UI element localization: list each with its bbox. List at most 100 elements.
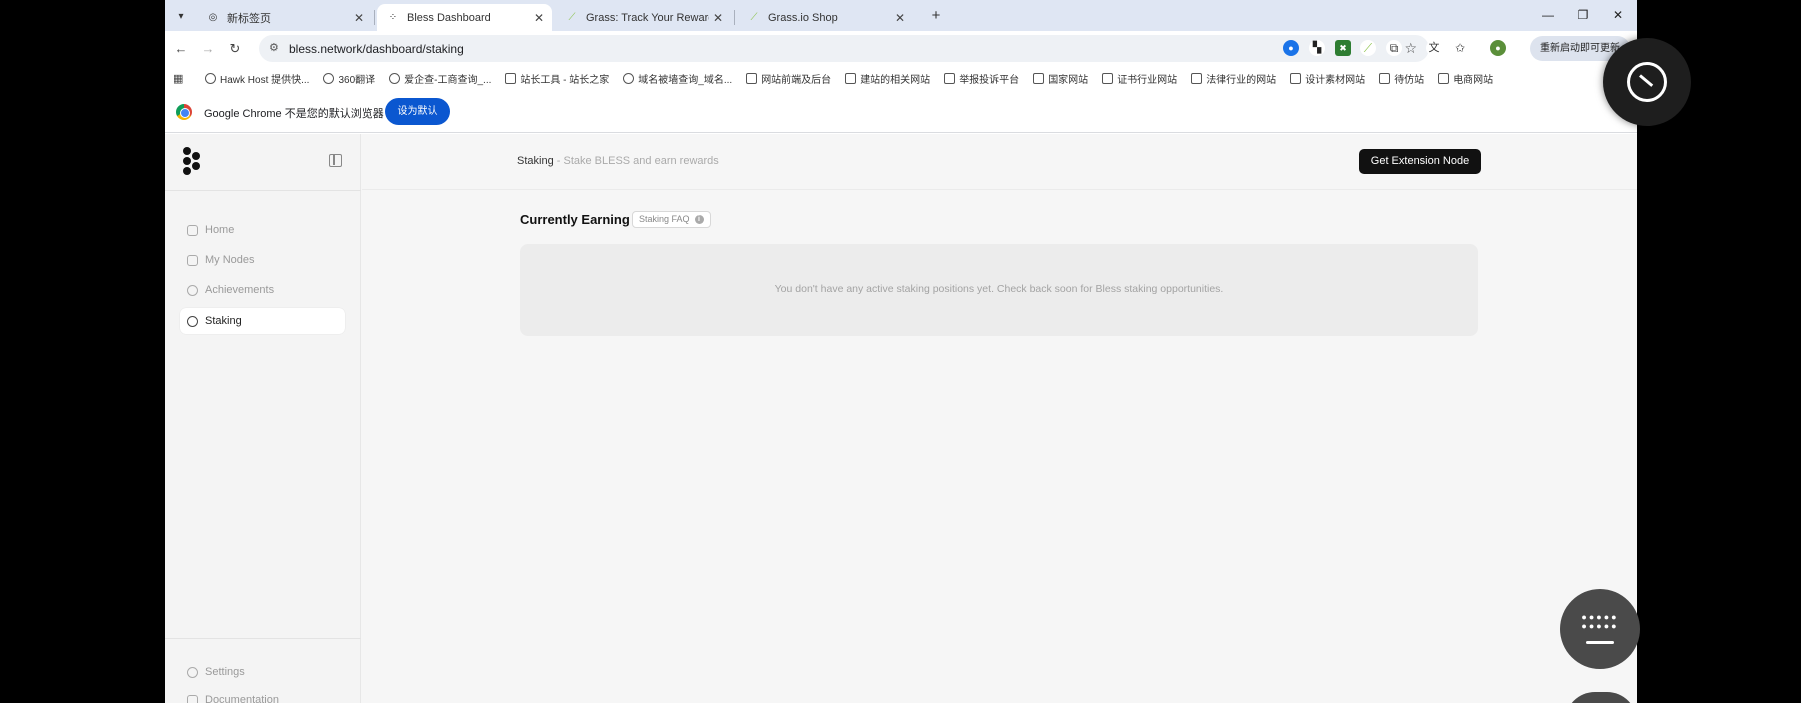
tab-label: 新标签页 <box>227 12 271 25</box>
extension-circle-icon[interactable]: ● <box>1283 40 1299 56</box>
sidebar-divider <box>165 638 361 639</box>
set-default-button[interactable]: 设为默认 <box>385 98 450 125</box>
breadcrumb-title: Staking <box>517 155 554 167</box>
url-text: bless.network/dashboard/staking <box>289 42 464 56</box>
reload-icon[interactable]: ↻ <box>225 39 245 59</box>
close-icon[interactable]: ✕ <box>891 11 909 25</box>
sidebar-item-home[interactable]: Home <box>180 217 345 243</box>
bookmark-folder[interactable]: 设计素材网站 <box>1290 71 1365 86</box>
apps-grid-icon[interactable]: ▦ <box>173 72 191 85</box>
staking-positions-card: You don't have any active staking positi… <box>520 244 1478 336</box>
folder-icon <box>1191 72 1203 84</box>
folder-icon <box>1438 72 1450 84</box>
sidebar-item-label: Documentation <box>205 694 279 703</box>
bookmark-item[interactable]: 域名被墙查询_域名... <box>623 71 732 86</box>
tab-new-tab[interactable]: ◎ 新标签页 ✕ <box>197 4 372 31</box>
sidebar-divider <box>165 190 361 191</box>
bless-logo-icon[interactable] <box>181 147 203 177</box>
folder-icon <box>1379 72 1391 84</box>
bookmark-item[interactable]: 站长工具 - 站长之家 <box>505 71 609 86</box>
bookmarks-bar: ▦ Hawk Host 提供快... 360翻译 爱企查-工商查询_... 站长… <box>165 66 1637 90</box>
address-bar[interactable]: ⚙ bless.network/dashboard/staking ☆ <box>259 35 1429 62</box>
translate-icon[interactable]: 文 <box>1426 40 1442 56</box>
nodes-icon <box>187 254 198 266</box>
close-icon[interactable]: ✕ <box>350 11 368 25</box>
tab-strip: ▾ ◎ 新标签页 ✕ ⁘ Bless Dashboard ✕ ⟋ Grass: … <box>165 0 1637 31</box>
bless-app: Home My Nodes Achievements Staking Setti… <box>165 134 1637 703</box>
folder-icon <box>845 72 857 84</box>
info-icon: i <box>694 215 704 224</box>
sidebar: Home My Nodes Achievements Staking Setti… <box>165 134 361 703</box>
bookmark-folder[interactable]: 国家网站 <box>1033 71 1088 86</box>
folder-icon <box>1102 72 1114 84</box>
bookmark-favicon-icon <box>623 72 635 84</box>
bookmark-star-icon[interactable]: ☆ <box>1404 40 1417 57</box>
home-icon <box>187 224 198 236</box>
get-extension-node-button[interactable]: Get Extension Node <box>1359 149 1481 174</box>
staking-icon <box>187 315 198 327</box>
chrome-icon: ◎ <box>208 12 218 23</box>
gear-icon <box>187 666 198 678</box>
site-info-icon[interactable]: ⚙ <box>269 41 279 54</box>
forward-arrow-icon[interactable]: → <box>198 39 218 59</box>
section-title: Currently Earning <box>520 212 630 227</box>
bookmark-folder[interactable]: 法律行业的网站 <box>1191 71 1276 86</box>
grass-leaf-icon: ⟋ <box>750 12 758 23</box>
main-content: Staking - Stake BLESS and earn rewards G… <box>362 134 1637 703</box>
restore-icon[interactable]: ❐ <box>1568 5 1598 25</box>
sidebar-item-label: Settings <box>205 666 245 678</box>
profile-avatar-icon[interactable]: ● <box>1490 40 1506 56</box>
tab-search-chevron-icon[interactable]: ▾ <box>171 6 191 26</box>
bookmark-folder[interactable]: 电商网站 <box>1438 71 1493 86</box>
window-close-icon[interactable]: ✕ <box>1603 5 1633 25</box>
infobar-text: Google Chrome 不是您的默认浏览器 <box>204 108 384 120</box>
tab-label: Bless Dashboard <box>407 11 491 24</box>
close-icon[interactable]: ✕ <box>530 11 548 25</box>
bless-favicon-icon: ⁘ <box>388 12 398 23</box>
tab-separator <box>374 10 375 25</box>
mouse-mode-button[interactable] <box>1603 38 1691 126</box>
sidebar-item-label: Home <box>205 224 235 236</box>
sidebar-item-label: My Nodes <box>205 254 255 266</box>
sidebar-item-documentation[interactable]: Documentation <box>180 687 345 703</box>
bookmark-favicon-icon <box>505 72 517 84</box>
extension-grid-icon[interactable]: ▚ <box>1309 40 1325 56</box>
tab-bless-dashboard[interactable]: ⁘ Bless Dashboard ✕ <box>377 4 552 31</box>
sidebar-collapse-icon[interactable] <box>329 154 342 167</box>
doc-icon <box>187 694 198 703</box>
extension-x-icon[interactable]: ✖ <box>1335 40 1351 56</box>
bookmark-folder[interactable]: 举报投诉平台 <box>944 71 1019 86</box>
minimize-icon[interactable]: — <box>1533 5 1563 25</box>
bookmark-folder[interactable]: 待仿站 <box>1379 71 1424 86</box>
sidebar-item-achievements[interactable]: Achievements <box>180 277 345 303</box>
bookmark-folder[interactable]: 证书行业网站 <box>1102 71 1177 86</box>
back-arrow-icon[interactable]: ← <box>171 39 191 59</box>
tab-label: Grass.io Shop <box>768 11 838 24</box>
bookmark-item[interactable]: 360翻译 <box>323 71 375 86</box>
tab-grass-shop[interactable]: ⟋ Grass.io Shop ✕ <box>738 4 913 31</box>
browser-window: ▾ ◎ 新标签页 ✕ ⁘ Bless Dashboard ✕ ⟋ Grass: … <box>165 0 1637 703</box>
browser-toolbar: ← → ↻ ⚙ bless.network/dashboard/staking … <box>165 31 1637 66</box>
new-tab-plus-icon[interactable]: + <box>926 6 946 26</box>
trophy-icon <box>187 284 198 296</box>
star-list-icon[interactable]: ✩ <box>1452 40 1468 56</box>
sidebar-item-settings[interactable]: Settings <box>180 659 345 685</box>
breadcrumb: Staking - Stake BLESS and earn rewards <box>517 155 719 167</box>
extensions-puzzle-icon[interactable]: ⧉ <box>1386 40 1402 56</box>
sidebar-item-my-nodes[interactable]: My Nodes <box>180 247 345 273</box>
keyboard-spacebar-icon <box>1586 641 1614 644</box>
keyboard-button[interactable]: ●●●●● ●●●●● <box>1560 589 1640 669</box>
bookmark-folder[interactable]: 建站的相关网站 <box>845 71 930 86</box>
tab-separator <box>734 10 735 25</box>
empty-state-message: You don't have any active staking positi… <box>774 283 1224 295</box>
staking-faq-button[interactable]: Staking FAQ i <box>632 211 711 228</box>
bookmark-folder[interactable]: 网站前端及后台 <box>746 71 831 86</box>
tab-grass-rewards[interactable]: ⟋ Grass: Track Your Rewards ✕ <box>556 4 731 31</box>
folder-icon <box>1290 72 1302 84</box>
extension-leaf-icon[interactable]: ⟋ <box>1360 40 1376 56</box>
bookmark-item[interactable]: 爱企查-工商查询_... <box>389 71 491 86</box>
close-icon[interactable]: ✕ <box>709 11 727 25</box>
bookmark-item[interactable]: Hawk Host 提供快... <box>205 71 309 86</box>
keyboard-icon: ●●●●● ●●●●● <box>1581 612 1619 631</box>
sidebar-item-staking[interactable]: Staking <box>180 308 345 334</box>
